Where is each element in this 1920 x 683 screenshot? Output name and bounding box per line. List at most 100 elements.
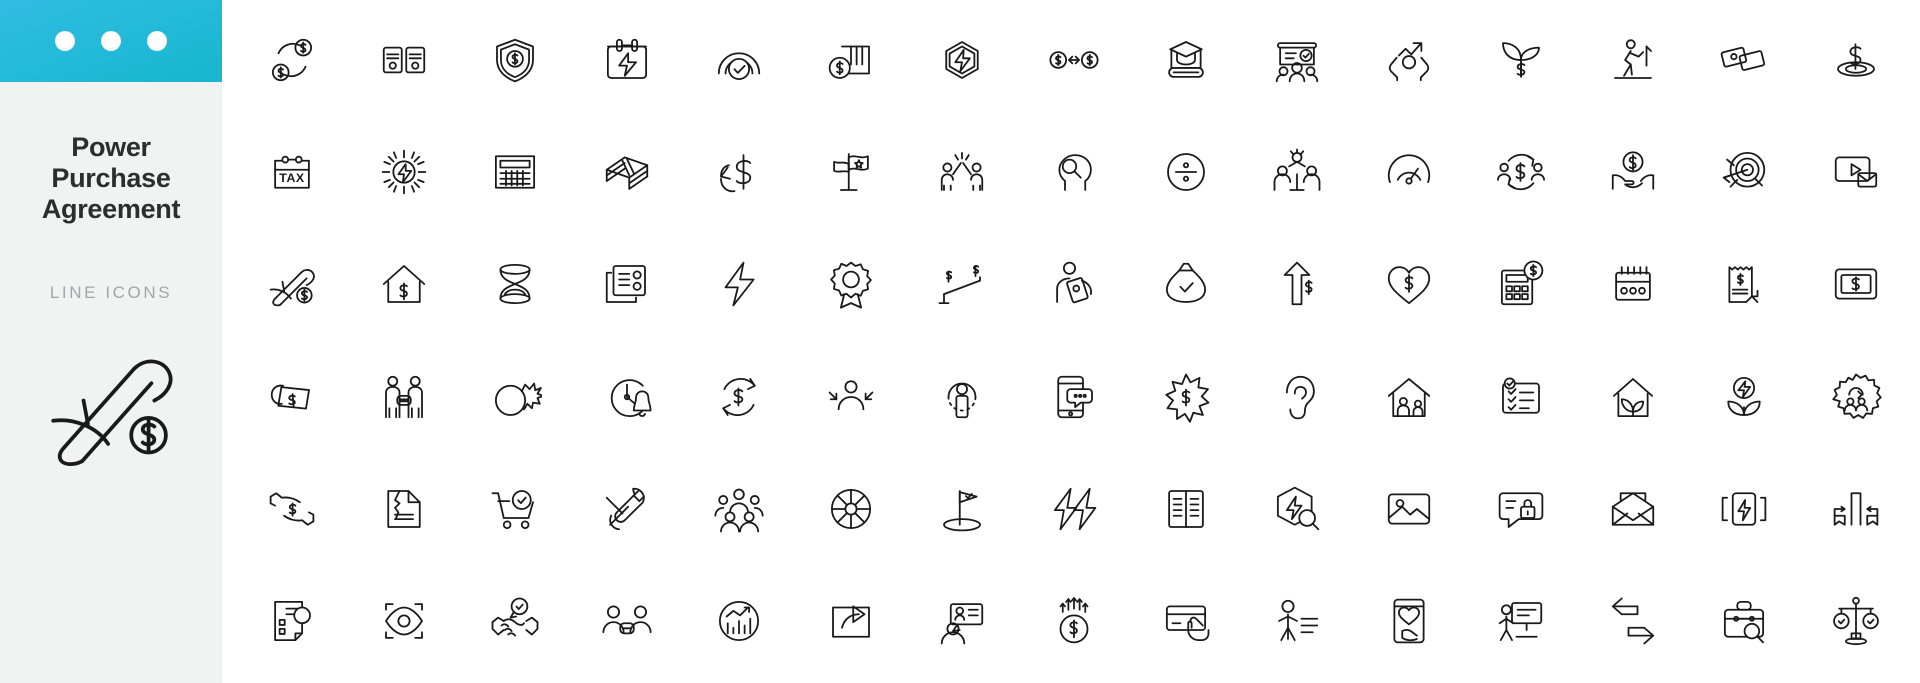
icon-set-page: Power Purchase Agreement LINE ICONS TAX — [0, 0, 1920, 683]
icon-rolled-document-dollar-icon[interactable] — [236, 228, 348, 340]
header-dot-3-icon — [147, 31, 167, 51]
icon-presentation-person-icon[interactable] — [1465, 565, 1577, 677]
icon-bar-trend-arrows-icon[interactable] — [1800, 453, 1912, 565]
icon-dollar-refresh-icon[interactable] — [683, 340, 795, 452]
icon-target-arrow-icon[interactable] — [1689, 116, 1801, 228]
icon-circle-bar-chart-icon[interactable] — [683, 565, 795, 677]
icon-energy-calendar-icon[interactable] — [571, 4, 683, 116]
icon-grid: TAX — [228, 0, 1920, 683]
icon-hand-card-payment-icon[interactable] — [1130, 565, 1242, 677]
icon-double-bolt-icon[interactable] — [1018, 453, 1130, 565]
icon-share-arrow-box-icon[interactable] — [795, 565, 907, 677]
icon-dollar-return-arrow-icon[interactable] — [683, 116, 795, 228]
icon-burst-dollar-icon[interactable] — [1130, 340, 1242, 452]
icon-eye-scan-icon[interactable] — [348, 565, 460, 677]
icon-high-five-team-icon[interactable] — [906, 116, 1018, 228]
icon-person-circle-icon[interactable] — [906, 340, 1018, 452]
icon-up-arrow-dollar-icon[interactable] — [1242, 228, 1354, 340]
icon-people-group-icon[interactable] — [683, 453, 795, 565]
icon-video-mail-icon[interactable] — [1800, 116, 1912, 228]
icon-two-people-chat-icon[interactable] — [348, 340, 460, 452]
icon-open-envelope-icon[interactable] — [1577, 453, 1689, 565]
icon-calculator-dollar-icon[interactable] — [1465, 228, 1577, 340]
icon-solar-energy-bolt-icon[interactable] — [348, 116, 460, 228]
icon-coin-divide-icon[interactable] — [1130, 116, 1242, 228]
icon-id-card-person-icon[interactable] — [906, 565, 1018, 677]
header-dot-1-icon — [55, 31, 75, 51]
icon-pie-wheel-icon[interactable] — [795, 453, 907, 565]
icon-bracket-bolt-icon[interactable] — [1689, 453, 1801, 565]
icon-dollar-exchange-arrows-icon[interactable] — [1018, 4, 1130, 116]
icon-house-people-icon[interactable] — [1353, 340, 1465, 452]
icon-open-book-icon[interactable] — [1130, 453, 1242, 565]
icon-handshake-check-icon[interactable] — [459, 565, 571, 677]
icon-flag-check-goal-icon[interactable] — [906, 453, 1018, 565]
icon-balance-check-scale-icon[interactable] — [1800, 565, 1912, 677]
icon-graduation-book-icon[interactable] — [1130, 4, 1242, 116]
icon-team-gear-success-icon[interactable] — [1242, 116, 1354, 228]
icon-plant-dollar-icon[interactable] — [1465, 4, 1577, 116]
icon-star-flag-icon[interactable] — [795, 116, 907, 228]
icon-price-tag-dollar-icon[interactable] — [236, 340, 348, 452]
icon-mobile-heart-hand-icon[interactable] — [1353, 565, 1465, 677]
icon-torn-document-icon[interactable] — [348, 453, 460, 565]
icon-energy-leaf-icon[interactable] — [1689, 340, 1801, 452]
icon-two-way-arrows-icon[interactable] — [1577, 565, 1689, 677]
icon-people-minus-icon[interactable] — [571, 565, 683, 677]
icon-chat-lock-icon[interactable] — [1465, 453, 1577, 565]
icon-hands-exchange-dollar-icon[interactable] — [236, 453, 348, 565]
icon-hiking-growth-icon[interactable] — [1577, 4, 1689, 116]
icon-bomb-explosion-icon[interactable] — [459, 340, 571, 452]
icon-heart-dollar-icon[interactable] — [1353, 228, 1465, 340]
icon-cart-check-icon[interactable] — [459, 453, 571, 565]
icon-hourglass-icon[interactable] — [459, 228, 571, 340]
icon-dual-server-document-icon[interactable] — [348, 4, 460, 116]
icon-mobile-chat-icon[interactable] — [1018, 340, 1130, 452]
icon-checklist-clipboard-icon[interactable] — [1465, 340, 1577, 452]
icon-report-search-icon[interactable] — [236, 565, 348, 677]
icon-presentation-check-audience-icon[interactable] — [1242, 4, 1354, 116]
page-title-line-3: Agreement — [41, 194, 181, 224]
icon-rainbow-check-icon[interactable] — [683, 4, 795, 116]
icon-money-bag-check-icon[interactable] — [1130, 228, 1242, 340]
feature-rolled-document-dollar-icon — [36, 337, 186, 467]
icon-house-dollar-icon[interactable] — [348, 228, 460, 340]
icon-image-picture-icon[interactable] — [1353, 453, 1465, 565]
icon-dollar-balance-scale-icon[interactable] — [906, 228, 1018, 340]
icon-hexagon-bolt-icon[interactable] — [906, 4, 1018, 116]
icon-person-banknotes-icon[interactable] — [1018, 228, 1130, 340]
icon-tax-board-icon[interactable]: TAX — [236, 116, 348, 228]
icon-money-exchange-circle-icon[interactable] — [236, 4, 348, 116]
icon-person-arrows-focus-icon[interactable] — [795, 340, 907, 452]
icon-dollar-screen-icon[interactable] — [1800, 228, 1912, 340]
icon-hands-growth-arrow-icon[interactable] — [1353, 4, 1465, 116]
icon-document-list-icon[interactable] — [571, 228, 683, 340]
icon-house-leaf-icon[interactable] — [1577, 340, 1689, 452]
icon-coin-barcode-icon[interactable] — [795, 4, 907, 116]
icon-hand-coin-icon[interactable] — [1577, 116, 1689, 228]
icon-briefcase-search-icon[interactable] — [1689, 565, 1801, 677]
icon-alarm-bell-timer-icon[interactable] — [571, 340, 683, 452]
icon-wrench-tools-icon[interactable] — [571, 453, 683, 565]
icon-receipt-dollar-icon[interactable] — [1689, 228, 1801, 340]
icon-gear-people-icon[interactable] — [1800, 340, 1912, 452]
page-title: Power Purchase Agreement — [11, 132, 211, 225]
icon-gauge-meter-icon[interactable] — [1353, 116, 1465, 228]
icon-abacus-icon[interactable] — [1577, 228, 1689, 340]
icon-money-transfer-people-icon[interactable] — [1465, 116, 1577, 228]
icon-head-search-icon[interactable] — [1018, 116, 1130, 228]
icon-calculator-icon[interactable] — [459, 116, 571, 228]
icon-person-minus-list-icon[interactable] — [1242, 565, 1354, 677]
svg-text:TAX: TAX — [279, 171, 305, 185]
icon-two-banknotes-icon[interactable] — [1689, 4, 1801, 116]
icon-grid-area: TAX — [222, 0, 1920, 683]
icon-dollar-pit-icon[interactable] — [1800, 4, 1912, 116]
icon-hexagon-bolt-search-icon[interactable] — [1242, 453, 1354, 565]
page-title-line-2: Purchase — [51, 163, 171, 193]
icon-award-badge-icon[interactable] — [795, 228, 907, 340]
icon-dollar-growth-arrows-icon[interactable] — [1018, 565, 1130, 677]
icon-ear-listen-icon[interactable] — [1242, 340, 1354, 452]
icon-cash-stack-icon[interactable] — [571, 116, 683, 228]
icon-shield-dollar-icon[interactable] — [459, 4, 571, 116]
icon-lightning-bolt-icon[interactable] — [683, 228, 795, 340]
